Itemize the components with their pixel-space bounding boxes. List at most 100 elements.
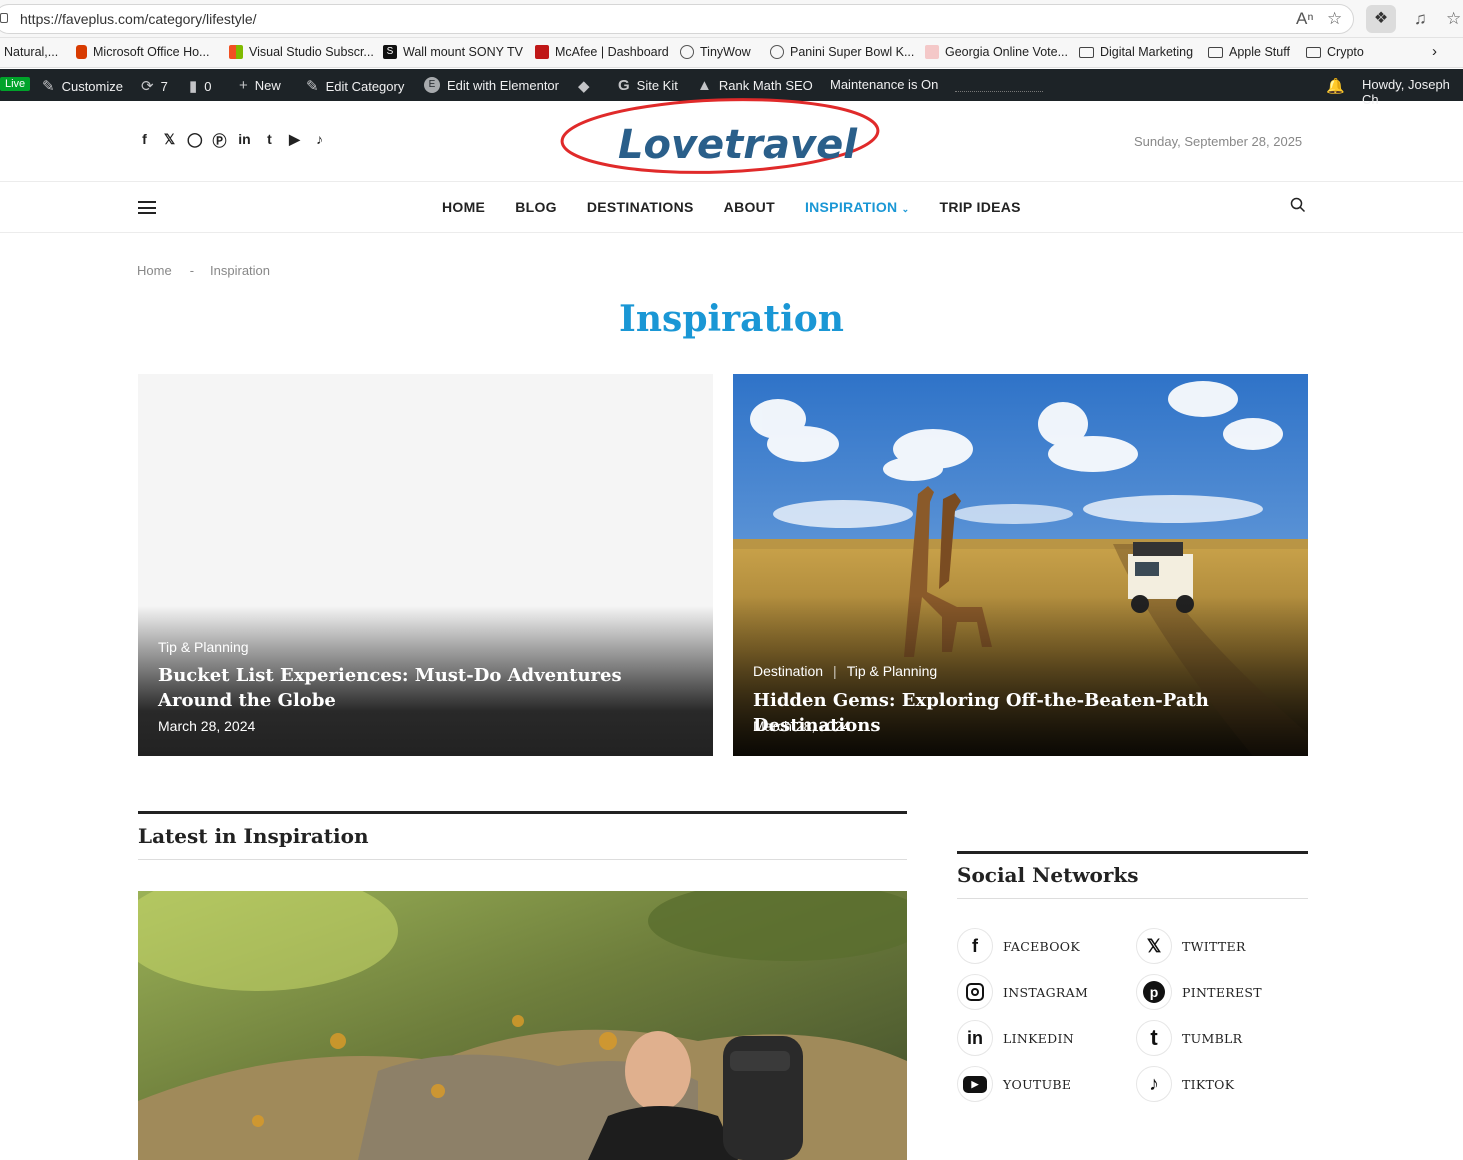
- breadcrumb-home[interactable]: Home: [137, 263, 172, 278]
- youtube-icon: ▶: [957, 1066, 993, 1102]
- post-category[interactable]: Tip & Planning: [158, 639, 249, 655]
- bookmark-label: Crypto: [1327, 45, 1364, 59]
- x-icon: 𝕏: [1136, 928, 1172, 964]
- header-divider: [0, 181, 1463, 182]
- howdy-label: Howdy, Joseph Ch: [1362, 77, 1450, 107]
- bookmark-natural[interactable]: Natural,...: [4, 45, 58, 59]
- edit-category-link[interactable]: ✎ Edit Category: [306, 77, 404, 95]
- linkedin-icon[interactable]: in: [237, 131, 252, 149]
- social-link-instagram[interactable]: Instagram: [957, 974, 1088, 1010]
- bookmark-panini[interactable]: Panini Super Bowl K...: [770, 45, 914, 59]
- x-icon[interactable]: 𝕏: [162, 131, 177, 149]
- bookmark-mcafee[interactable]: McAfee | Dashboard: [535, 45, 669, 59]
- nav-divider: [0, 232, 1463, 233]
- post-date: March 28, 2024: [158, 718, 256, 734]
- nav-home[interactable]: Home: [442, 199, 485, 215]
- social-link-twitter[interactable]: 𝕏 Twitter: [1136, 928, 1246, 964]
- breadcrumb-current: Inspiration: [210, 263, 271, 278]
- nav-destinations[interactable]: Destinations: [587, 199, 694, 215]
- category-separator: |: [833, 663, 837, 679]
- nav-inspiration[interactable]: Inspiration ⌄: [805, 199, 910, 215]
- social-label: LinkedIn: [1003, 1030, 1074, 1046]
- bookmark-office[interactable]: Microsoft Office Ho...: [76, 45, 209, 59]
- globe-icon: [680, 45, 694, 59]
- tiktok-icon[interactable]: ♪: [312, 131, 327, 149]
- new-content-link[interactable]: + New: [239, 77, 281, 94]
- section-top-rule: [138, 811, 907, 814]
- updates-link[interactable]: ⟳ 7: [141, 77, 168, 95]
- social-networks-heading: Social Networks: [957, 863, 1139, 887]
- menu-hamburger-icon[interactable]: [138, 201, 156, 214]
- header-date: Sunday, September 28, 2025: [1134, 134, 1303, 149]
- bookmark-folder-crypto[interactable]: Crypto: [1306, 45, 1364, 59]
- folder-icon: [1208, 46, 1223, 58]
- chevron-down-icon: ⌄: [901, 204, 910, 214]
- bookmark-label: Wall mount SONY TV: [403, 45, 523, 59]
- comment-icon: ▮: [189, 78, 198, 95]
- bookmark-label: McAfee | Dashboard: [555, 45, 669, 59]
- nav-about[interactable]: About: [724, 199, 775, 215]
- nav-blog[interactable]: Blog: [515, 199, 557, 215]
- page-title: Inspiration: [619, 298, 844, 340]
- tumblr-icon: t: [1136, 1020, 1172, 1056]
- edit-category-label: Edit Category: [325, 78, 405, 94]
- bookmark-folder-digital-marketing[interactable]: Digital Marketing: [1079, 45, 1193, 59]
- globe-icon: [770, 45, 784, 59]
- tumblr-icon[interactable]: t: [262, 131, 277, 149]
- elementor-link[interactable]: E Edit with Elementor: [424, 77, 559, 93]
- featured-post-card[interactable]: Destination | Tip & Planning Hidden Gems: …: [733, 374, 1308, 756]
- bookmark-sony-tv[interactable]: S Wall mount SONY TV: [383, 45, 523, 59]
- pinterest-icon[interactable]: Ⓟ: [212, 131, 227, 149]
- bookmark-folder-apple-stuff[interactable]: Apple Stuff: [1208, 45, 1290, 59]
- maintenance-link[interactable]: Maintenance is On: [830, 77, 938, 92]
- social-link-pinterest[interactable]: p Pinterest: [1136, 974, 1262, 1010]
- nav-trip-ideas[interactable]: Trip Ideas: [939, 199, 1020, 215]
- windows-icon: [229, 45, 243, 59]
- bookmark-visual-studio[interactable]: Visual Studio Subscr...: [229, 45, 374, 59]
- customize-label: Customize: [61, 78, 123, 94]
- search-icon[interactable]: [1290, 197, 1306, 213]
- social-link-tiktok[interactable]: ♪ TikTok: [1136, 1066, 1234, 1102]
- admin-bar-divider: [955, 91, 1043, 92]
- read-aloud-icon[interactable]: Aⁿ: [1296, 9, 1314, 29]
- folder-icon: [1306, 46, 1321, 58]
- post-category[interactable]: Tip & Planning: [847, 663, 938, 679]
- favorite-star-icon[interactable]: ☆: [1327, 9, 1342, 29]
- favorites-icon[interactable]: ☆: [1446, 9, 1461, 29]
- post-title[interactable]: Bucket List Experiences: Must-Do Adventu…: [158, 663, 683, 713]
- bell-icon: 🔔: [1326, 78, 1345, 95]
- lock-icon[interactable]: [0, 13, 8, 23]
- post-category[interactable]: Destination: [753, 663, 823, 679]
- bookmarks-bar: Natural,... Microsoft Office Ho... Visua…: [0, 38, 1463, 68]
- instagram-icon[interactable]: ◯: [187, 131, 203, 149]
- new-label: New: [254, 78, 281, 93]
- social-link-facebook[interactable]: f Facebook: [957, 928, 1080, 964]
- url-text[interactable]: https://faveplus.com/category/lifestyle/: [20, 11, 257, 27]
- live-badge[interactable]: Live: [0, 77, 31, 91]
- bookmark-tinywow[interactable]: TinyWow: [680, 45, 751, 59]
- account-menu[interactable]: Howdy, Joseph Ch: [1362, 77, 1463, 107]
- nav-inspiration-label: Inspiration: [804, 199, 898, 215]
- youtube-icon[interactable]: ▶: [287, 131, 302, 149]
- bookmark-label: Georgia Online Vote...: [945, 45, 1068, 59]
- social-link-youtube[interactable]: ▶ YouTube: [957, 1066, 1071, 1102]
- customize-link[interactable]: ✎ Customize: [42, 77, 123, 95]
- facebook-icon[interactable]: f: [137, 131, 152, 149]
- bookmark-label: Microsoft Office Ho...: [93, 45, 210, 59]
- extensions-icon[interactable]: ❖: [1366, 5, 1396, 33]
- notifications-link[interactable]: 🔔: [1326, 77, 1352, 95]
- comments-link[interactable]: ▮ 0: [189, 77, 212, 95]
- updates-count: 7: [160, 78, 168, 94]
- bookmark-georgia-vote[interactable]: Georgia Online Vote...: [925, 45, 1068, 59]
- media-icon[interactable]: ♫: [1414, 9, 1427, 29]
- office-icon: [76, 45, 87, 59]
- social-link-linkedin[interactable]: in LinkedIn: [957, 1020, 1074, 1056]
- social-link-tumblr[interactable]: t Tumblr: [1136, 1020, 1242, 1056]
- logo-text: Lovetravel: [618, 122, 858, 168]
- updates-icon: ⟳: [141, 78, 154, 95]
- latest-post-image[interactable]: [138, 891, 907, 1160]
- main-nav: Home Blog Destinations About Inspiration…: [442, 199, 1021, 215]
- site-logo[interactable]: Lovetravel: [560, 92, 882, 182]
- featured-post-card[interactable]: Tip & Planning Bucket List Experiences: …: [138, 374, 713, 756]
- more-bookmarks-chevron-icon[interactable]: ›: [1432, 43, 1437, 60]
